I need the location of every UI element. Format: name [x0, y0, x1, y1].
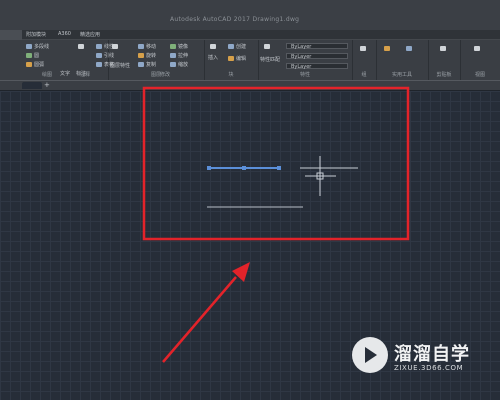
watermark-url: ZIXUE.3D66.COM: [394, 364, 464, 372]
grip-icon[interactable]: [277, 166, 281, 170]
play-icon: [365, 347, 377, 363]
highlight-rectangle: [142, 86, 410, 241]
grip-icon[interactable]: [242, 166, 246, 170]
annotation-arrow: [162, 276, 237, 363]
watermark-name: 溜溜自学: [394, 344, 470, 365]
grip-icon[interactable]: [207, 166, 211, 170]
